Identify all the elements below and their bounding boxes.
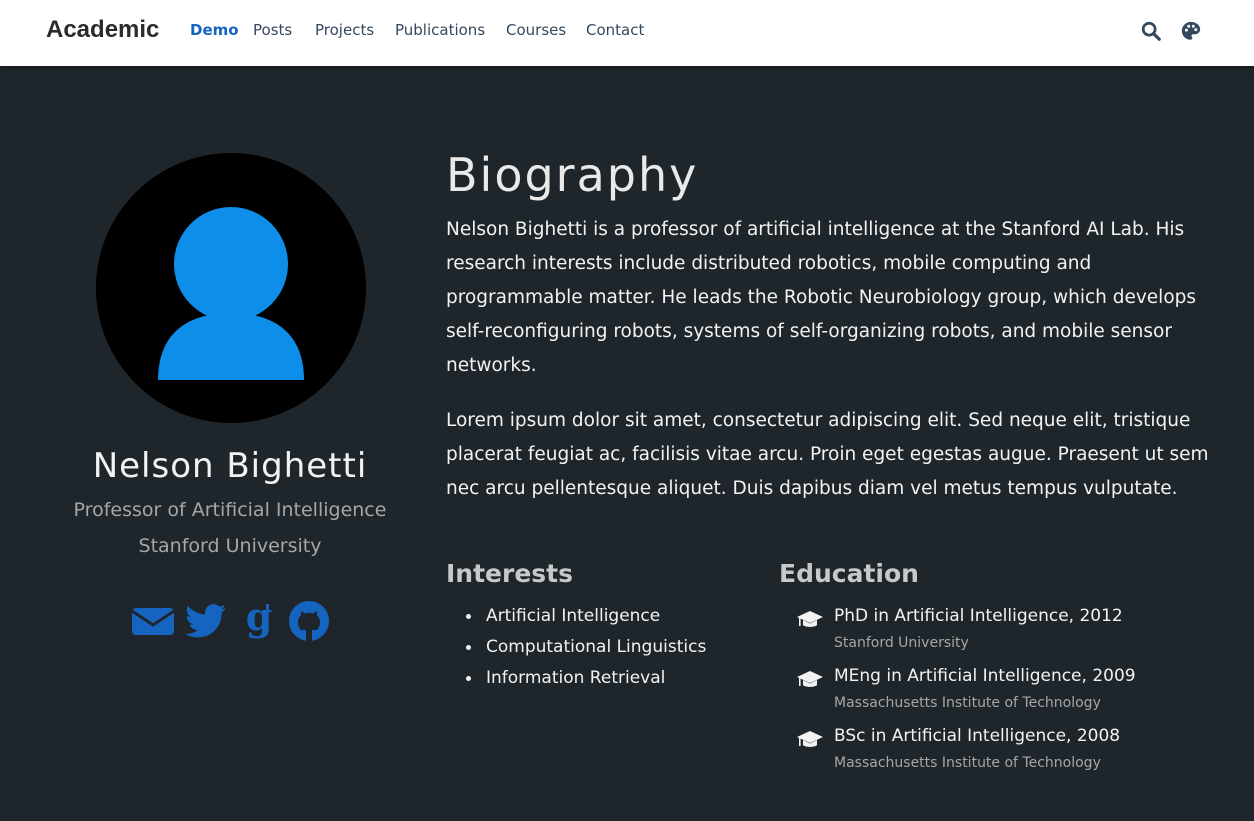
- education-degree: PhD in Artificial Intelligence, 2012: [834, 606, 1123, 626]
- nav-item-posts[interactable]: Posts: [253, 21, 292, 39]
- nav-item-contact[interactable]: Contact: [586, 21, 644, 39]
- profile-name: Nelson Bighetti: [92, 446, 368, 486]
- education-school: Stanford University: [834, 635, 969, 651]
- twitter-icon[interactable]: [184, 600, 228, 642]
- biography-paragraph: Nelson Bighetti is a professor of artifi…: [446, 219, 1197, 376]
- envelope-icon[interactable]: [131, 600, 175, 642]
- biography-heading: Biography: [446, 148, 699, 202]
- education-degree: BSc in Artificial Intelligence, 2008: [834, 726, 1121, 746]
- education-degree: MEng in Artificial Intelligence, 2009: [834, 666, 1136, 686]
- top-navbar: Academic Demo Posts Projects Publication…: [0, 0, 1254, 66]
- biography-paragraph: Lorem ipsum dolor sit amet, consectetur …: [446, 410, 1209, 499]
- graduation-cap-icon: [797, 611, 823, 627]
- palette-icon[interactable]: [1180, 20, 1202, 42]
- google-scholar-icon[interactable]: g: [237, 600, 281, 642]
- profile-organization[interactable]: Stanford University: [30, 535, 430, 557]
- nav-item-publications[interactable]: Publications: [395, 21, 485, 39]
- education-school: Massachusetts Institute of Technology: [834, 755, 1101, 771]
- interest-item: Computational Linguistics: [464, 637, 706, 668]
- site-brand[interactable]: Academic: [46, 16, 159, 44]
- graduation-cap-icon: [797, 671, 823, 687]
- user-avatar-icon: [158, 207, 304, 380]
- interest-item: Artificial Intelligence: [464, 606, 706, 637]
- profile-role: Professor of Artificial Intelligence: [73, 499, 387, 521]
- interests-list: Artificial Intelligence Computational Li…: [464, 606, 706, 699]
- avatar: [96, 153, 366, 423]
- nav-item-demo[interactable]: Demo: [190, 21, 239, 39]
- education-school: Massachusetts Institute of Technology: [834, 695, 1101, 711]
- graduation-cap-icon: [797, 731, 823, 747]
- education-heading: Education: [779, 559, 919, 588]
- interest-item: Information Retrieval: [464, 668, 706, 699]
- github-icon[interactable]: [287, 600, 331, 642]
- search-icon[interactable]: [1140, 20, 1162, 42]
- nav-item-projects[interactable]: Projects: [315, 21, 374, 39]
- nav-item-courses[interactable]: Courses: [506, 21, 566, 39]
- interests-heading: Interests: [446, 559, 574, 588]
